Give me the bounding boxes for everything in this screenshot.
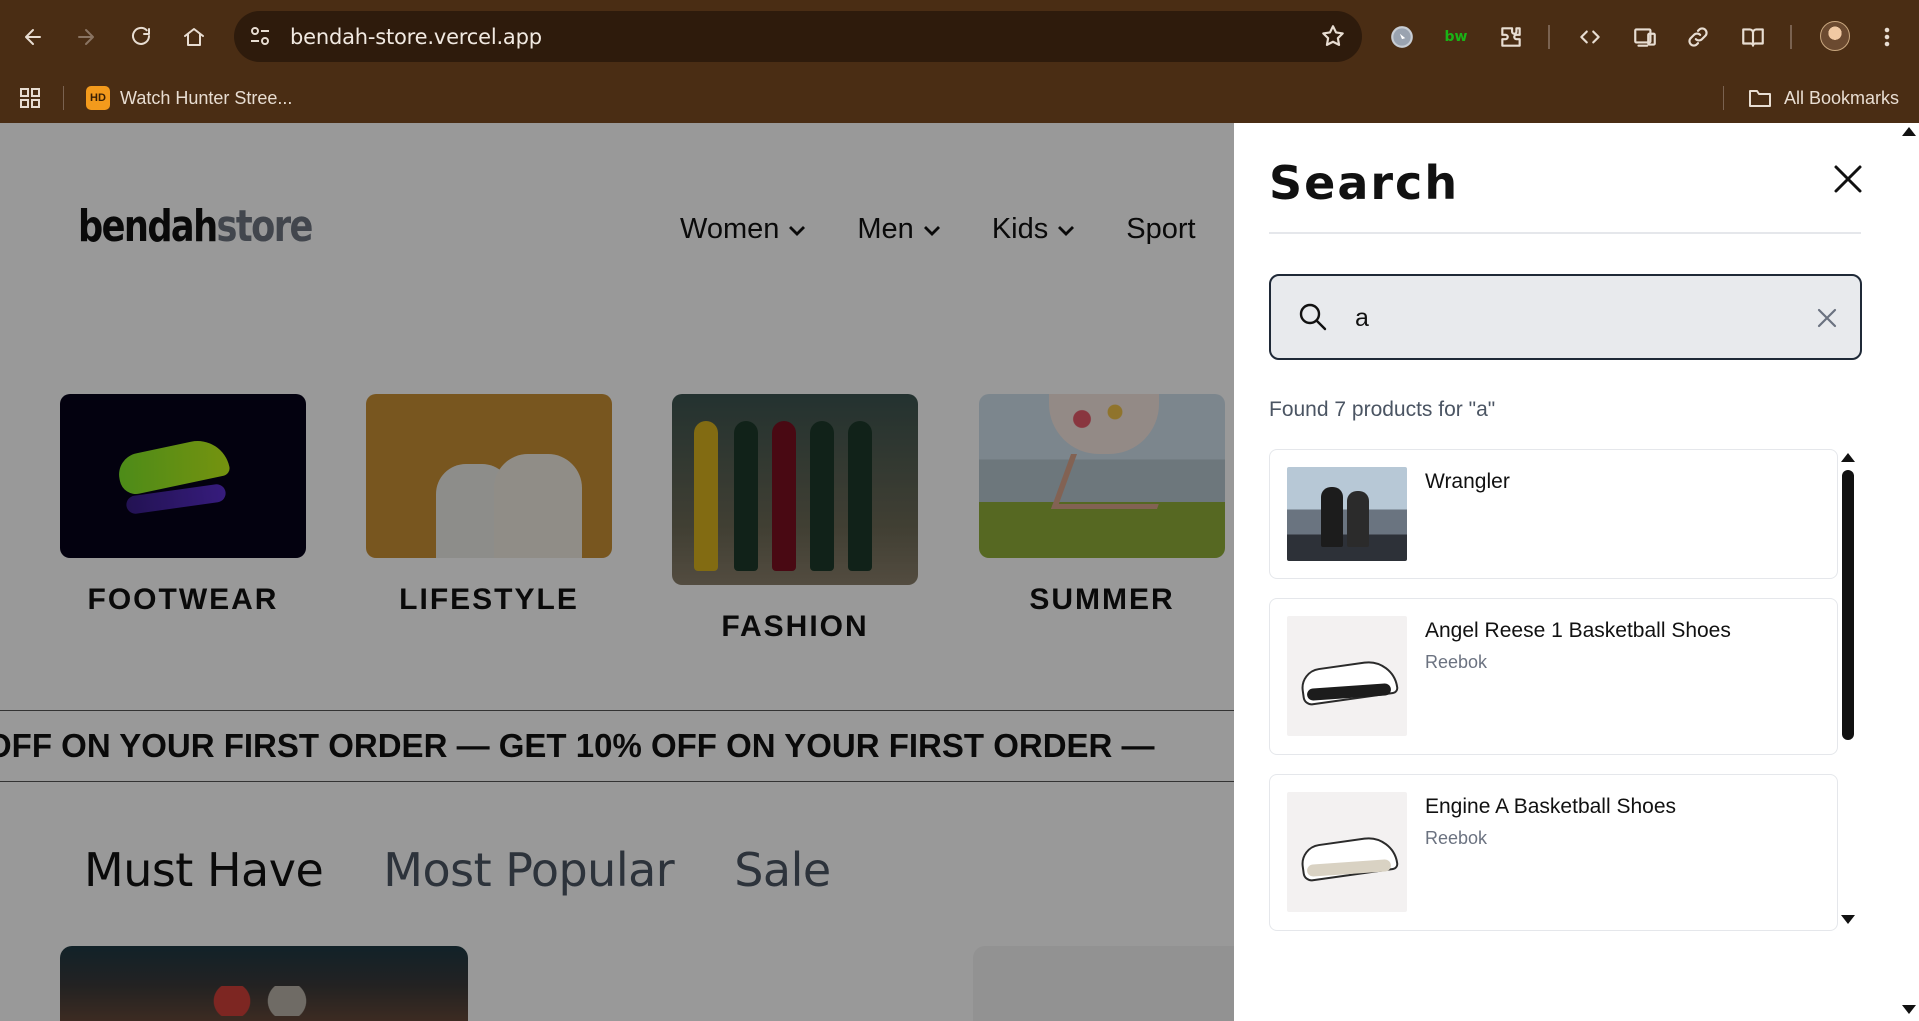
clear-search-button[interactable] [1816,307,1838,329]
product-thumbnail [1287,616,1407,736]
link-icon[interactable] [1681,20,1715,54]
search-icon [1297,301,1329,333]
toolbar-divider [1548,25,1550,49]
folder-icon [1749,90,1771,107]
arrow-left-icon [25,29,41,45]
product-name: Wrangler [1425,470,1510,493]
search-result-item[interactable]: Engine A Basketball Shoes Reebok [1269,774,1838,931]
scroll-up-arrow-icon[interactable] [1841,453,1855,462]
toolbar-divider [1790,25,1792,49]
home-icon [184,28,204,46]
arrow-right-icon [78,29,94,45]
reload-icon [132,26,150,45]
browser-toolbar: bendah-store.vercel.app bw [0,0,1919,74]
address-bar[interactable]: bendah-store.vercel.app [234,11,1362,62]
results-summary: Found 7 products for "a" [1269,398,1496,421]
results-scrollbar[interactable] [1838,453,1858,938]
menu-button[interactable] [1868,18,1906,56]
divider [1269,232,1861,234]
close-icon [1817,308,1837,328]
search-box [1269,274,1862,360]
product-brand: Reebok [1425,828,1488,848]
page-scroll-up-arrow-icon[interactable] [1902,127,1916,136]
url-text[interactable]: bendah-store.vercel.app [290,25,542,49]
reload-button[interactable] [122,18,160,56]
search-result-item[interactable]: Angel Reese 1 Basketball Shoes Reebok [1269,598,1838,755]
search-drawer: Search Found 7 products for "a" Wrangler… [1234,123,1919,1021]
reading-list-icon[interactable] [1736,20,1770,54]
search-input[interactable] [1355,298,1755,338]
page-scroll-down-arrow-icon[interactable] [1902,1005,1916,1014]
product-name: Angel Reese 1 Basketball Shoes [1425,619,1731,642]
search-result-item[interactable]: Wrangler [1269,449,1838,579]
bookmark-favicon: HD [86,86,110,110]
all-bookmarks-button[interactable]: All Bookmarks [1748,85,1899,111]
product-thumbnail [1287,792,1407,912]
product-thumbnail [1287,467,1407,561]
search-results-list: Wrangler Angel Reese 1 Basketball Shoes … [1269,449,1839,949]
bookmarks-bar: HD Watch Hunter Stree... All Bookmarks [0,74,1919,123]
home-button[interactable] [175,18,213,56]
bookmarks-divider [63,86,64,110]
bookmark-label: Watch Hunter Stree... [120,87,293,108]
web-page: bendahstore Women Men Kids Sport FOOTWEA… [0,123,1919,1021]
scroll-down-arrow-icon[interactable] [1841,915,1855,924]
scrollbar-thumb[interactable] [1842,470,1854,740]
product-brand: Reebok [1425,652,1488,672]
product-name: Engine A Basketball Shoes [1425,795,1677,818]
close-search-button[interactable] [1830,161,1866,197]
forward-button[interactable] [67,18,105,56]
more-vertical-icon [1884,27,1890,47]
close-icon [1834,165,1862,193]
apps-grid-icon[interactable] [18,86,42,110]
back-button[interactable] [14,18,52,56]
search-drawer-title: Search [1269,156,1460,210]
profile-avatar[interactable] [1820,21,1850,51]
bookmark-item[interactable]: HD Watch Hunter Stree... [86,85,292,111]
bookmark-star-icon[interactable] [1320,23,1346,49]
extensions-puzzle-icon[interactable] [1494,20,1528,54]
bitwarden-label: bw [1444,29,1468,45]
bitwarden-icon[interactable]: bw [1439,20,1473,54]
device-icon[interactable] [1628,20,1662,54]
site-settings-icon[interactable] [248,24,272,48]
modal-backdrop[interactable] [0,123,1234,1021]
all-bookmarks-label: All Bookmarks [1784,87,1900,108]
ext-circle-icon[interactable] [1385,20,1419,54]
bookmarks-divider [1723,86,1724,110]
browser-chrome: bendah-store.vercel.app bw HD Watch Hunt… [0,0,1919,123]
code-icon[interactable] [1573,20,1607,54]
